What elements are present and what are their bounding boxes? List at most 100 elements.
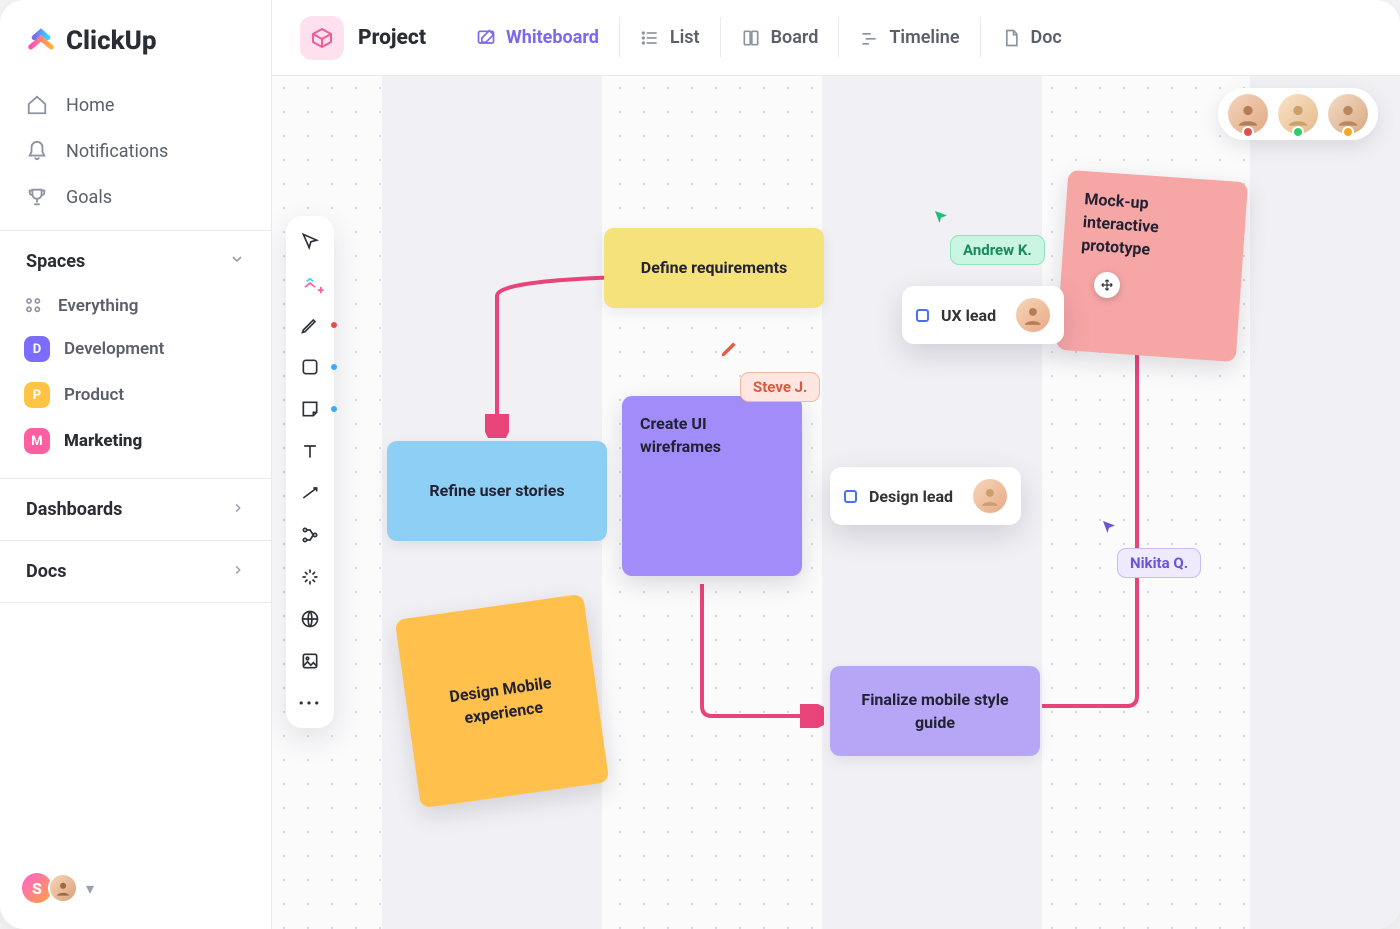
checkbox-icon[interactable] [844, 490, 857, 503]
nav-goals[interactable]: Goals [12, 174, 259, 220]
task-ux-lead[interactable]: UX lead [902, 286, 1064, 344]
dashboards-nav[interactable]: Dashboards [0, 485, 271, 534]
nav-notifications-label: Notifications [66, 141, 168, 162]
home-icon [26, 94, 48, 116]
sticky-tool[interactable] [299, 398, 321, 420]
shape-tool[interactable] [299, 356, 321, 378]
card-define-label: Define requirements [641, 256, 787, 279]
space-everything[interactable]: Everything [0, 286, 271, 326]
card-wireframes-label: Create UI wireframes [640, 412, 784, 458]
tab-whiteboard-label: Whiteboard [506, 27, 599, 48]
presence-avatar[interactable] [1328, 94, 1368, 134]
presence-bar[interactable] [1218, 88, 1378, 140]
chevron-down-icon: ▾ [86, 879, 94, 898]
assignee-avatar[interactable] [973, 479, 1007, 513]
nav-home-label: Home [66, 95, 114, 116]
tab-list-label: List [670, 27, 700, 48]
card-finalize[interactable]: Finalize mobile style guide [830, 666, 1040, 756]
space-development[interactable]: D Development [0, 326, 271, 372]
user-tag-nikita: Nikita Q. [1117, 548, 1201, 578]
tab-doc-label: Doc [1031, 27, 1062, 48]
more-tool[interactable]: ··· [299, 692, 321, 714]
task-tool[interactable]: + [299, 272, 321, 294]
view-tabs: Whiteboard List Board Timeline Doc [456, 17, 1082, 58]
space-badge-m: M [24, 428, 50, 454]
space-everything-label: Everything [58, 296, 138, 316]
nav-notifications[interactable]: Notifications [12, 128, 259, 174]
presence-avatar[interactable] [1228, 94, 1268, 134]
select-tool[interactable] [299, 230, 321, 252]
task-ux-label: UX lead [941, 306, 996, 325]
chevron-down-icon [229, 251, 245, 272]
tab-whiteboard[interactable]: Whiteboard [456, 17, 619, 58]
space-development-label: Development [64, 339, 164, 359]
brand-name: ClickUp [66, 26, 157, 56]
sidebar: ClickUp Home Notifications Goals Spaces [0, 0, 272, 929]
docs-nav[interactable]: Docs [0, 547, 271, 596]
checkbox-icon[interactable] [916, 309, 929, 322]
chevron-right-icon [231, 561, 245, 582]
task-design-lead[interactable]: Design lead [830, 467, 1021, 525]
spaces-header[interactable]: Spaces [0, 237, 271, 286]
chevron-right-icon [231, 499, 245, 520]
nav-goals-label: Goals [66, 187, 112, 208]
space-product[interactable]: P Product [0, 372, 271, 418]
grid-icon [24, 296, 44, 316]
nav-home[interactable]: Home [12, 82, 259, 128]
move-handle-icon[interactable] [1094, 272, 1120, 298]
list-icon [640, 28, 660, 48]
space-product-label: Product [64, 385, 124, 405]
tab-board-label: Board [771, 27, 819, 48]
cursor-icon [1100, 518, 1118, 540]
presence-avatar[interactable] [1278, 94, 1318, 134]
cursor-icon [932, 208, 950, 230]
user-menu[interactable]: S ▾ [0, 863, 271, 913]
tab-list[interactable]: List [619, 17, 720, 58]
spaces-title: Spaces [26, 251, 85, 272]
pen-tool[interactable] [299, 314, 321, 336]
tab-board[interactable]: Board [720, 17, 839, 58]
magic-tool[interactable] [299, 566, 321, 588]
app-logo[interactable]: ClickUp [0, 24, 271, 78]
card-wireframes[interactable]: Create UI wireframes [622, 396, 802, 576]
task-design-label: Design lead [869, 487, 953, 506]
board-icon [741, 28, 761, 48]
whiteboard-canvas[interactable]: + ··· .presence .ava:nth-child(1)::after [272, 76, 1400, 929]
doc-icon [1001, 28, 1021, 48]
tab-doc[interactable]: Doc [980, 17, 1082, 58]
card-refine-label: Refine user stories [429, 479, 564, 502]
space-badge-d: D [24, 336, 50, 362]
card-refine[interactable]: Refine user stories [387, 441, 607, 541]
web-tool[interactable] [299, 608, 321, 630]
bell-icon [26, 140, 48, 162]
whiteboard-icon [476, 28, 496, 48]
whiteboard-toolbar: + ··· [286, 216, 334, 728]
tab-timeline-label: Timeline [889, 27, 959, 48]
branch-tool[interactable] [299, 524, 321, 546]
space-marketing[interactable]: M Marketing [0, 418, 271, 464]
clickup-logo-icon [24, 24, 58, 58]
assignee-avatar[interactable] [1016, 298, 1050, 332]
project-title: Project [358, 26, 426, 50]
trophy-icon [26, 186, 48, 208]
topbar: Project Whiteboard List Board Timeline [272, 0, 1400, 76]
column-shade [1250, 76, 1400, 929]
text-tool[interactable] [299, 440, 321, 462]
card-mobile[interactable]: Design Mobile experience [395, 594, 610, 809]
card-mobile-label: Design Mobile experience [423, 667, 582, 734]
project-title-block[interactable]: Project [300, 16, 426, 60]
pen-cursor-icon [719, 339, 739, 363]
space-badge-p: P [24, 382, 50, 408]
user-tag-andrew: Andrew K. [950, 235, 1045, 265]
docs-label: Docs [26, 561, 66, 582]
user-tag-steve: Steve J. [740, 372, 820, 402]
card-mockup[interactable]: Mock-up interactive prototype [1056, 170, 1248, 362]
card-define[interactable]: Define requirements [604, 228, 824, 308]
image-tool[interactable] [299, 650, 321, 672]
connector-tool[interactable] [299, 482, 321, 504]
card-mockup-label: Mock-up interactive prototype [1080, 187, 1229, 266]
tab-timeline[interactable]: Timeline [838, 17, 979, 58]
space-marketing-label: Marketing [64, 431, 142, 451]
project-cube-icon [300, 16, 344, 60]
card-finalize-label: Finalize mobile style guide [848, 688, 1022, 734]
